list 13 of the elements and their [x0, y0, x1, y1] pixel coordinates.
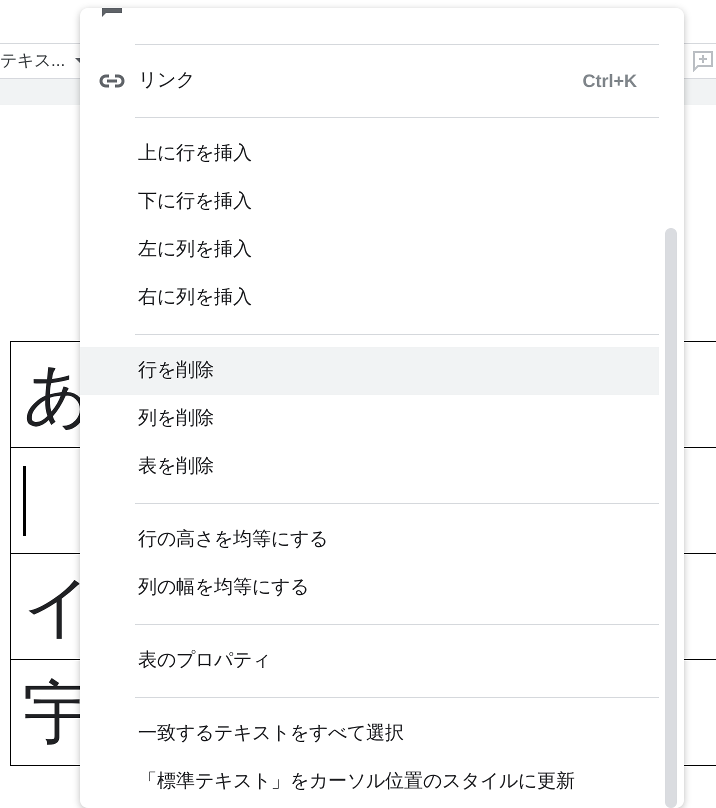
style-select[interactable]: テキス...	[0, 48, 66, 74]
menu-item[interactable]: 行を削除	[80, 347, 659, 395]
menu-item[interactable]: リンク Ctrl+K	[80, 57, 659, 105]
menu-item[interactable]: 右に列を挿入	[80, 274, 659, 322]
link-icon	[99, 74, 125, 88]
menu-item[interactable]: 左に列を挿入	[80, 226, 659, 274]
menu-item[interactable]: 下に行を挿入	[80, 178, 659, 226]
menu-item[interactable]: 列を削除	[80, 395, 659, 443]
menu-item[interactable]: 上に行を挿入	[80, 130, 659, 178]
add-comment-icon[interactable]	[692, 50, 714, 72]
menu-item[interactable]: 一致するテキストをすべて選択	[80, 710, 659, 758]
menu-item[interactable]: 列の幅を均等にする	[80, 564, 659, 612]
scrollbar-thumb[interactable]	[665, 228, 677, 808]
